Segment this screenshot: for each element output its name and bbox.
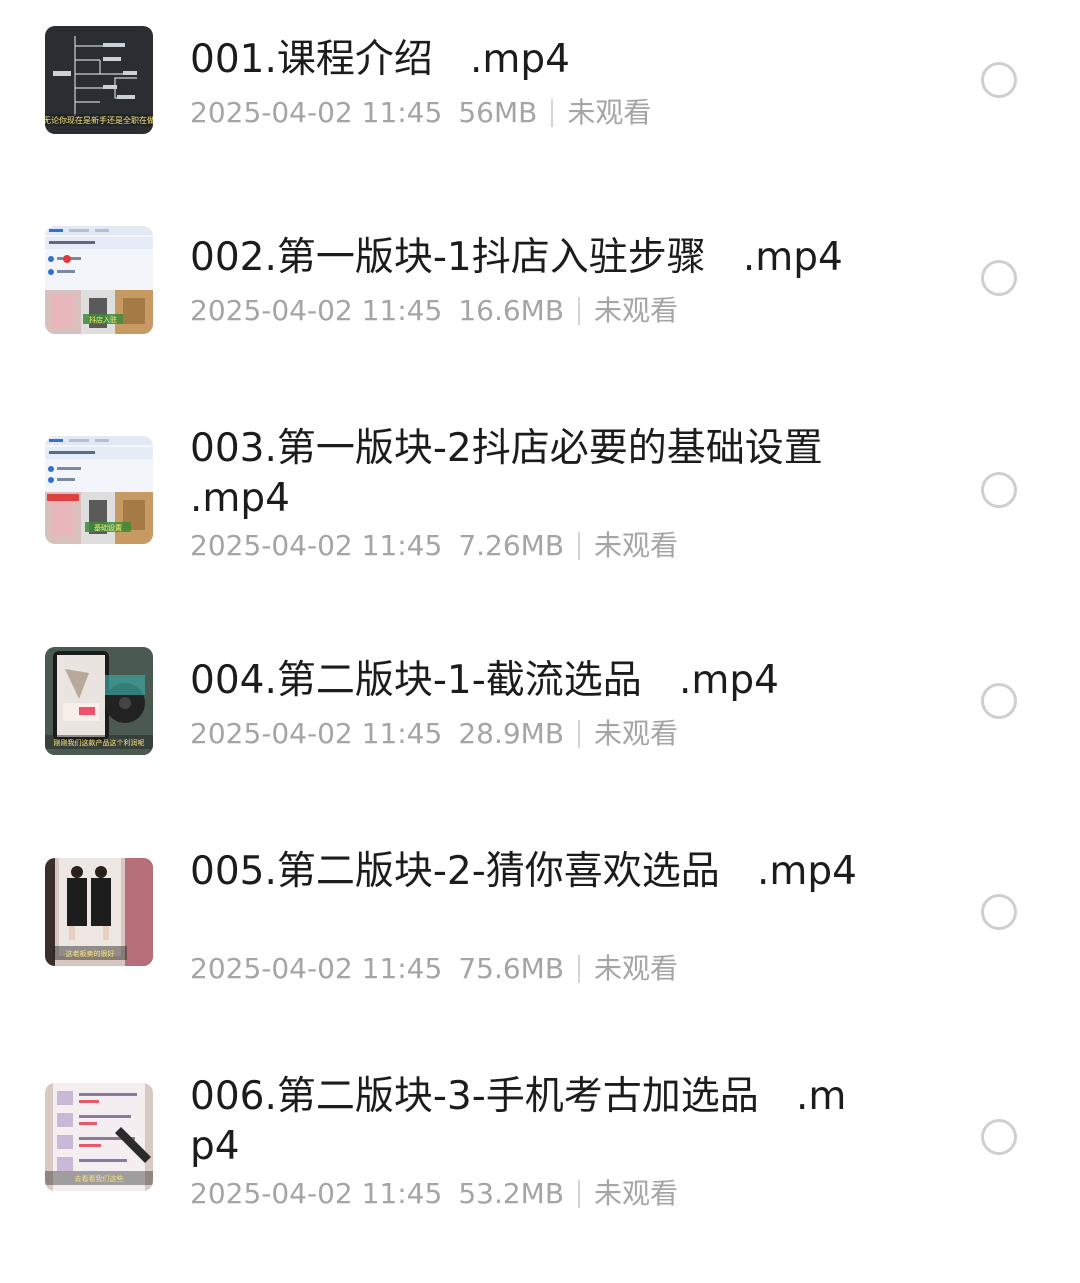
meta-divider bbox=[551, 99, 554, 127]
file-name: 005.第二版块-2-猜你喜欢选品 .mp4 bbox=[190, 849, 857, 894]
watch-status: 未观看 bbox=[594, 952, 679, 985]
file-name: 003.第一版块-2抖店必要的基础设置 .mp4 bbox=[190, 426, 860, 521]
file-name: 006.第二版块-3-手机考古加选品 .mp4 bbox=[190, 1074, 847, 1169]
file-date: 2025-04-02 11:45 bbox=[190, 717, 443, 750]
list-item[interactable]: 这老板卖的很好 005.第二版块-2-猜你喜欢选品 .mp4 2025-04-0… bbox=[0, 820, 1080, 1045]
file-size: 28.9MB bbox=[458, 717, 565, 750]
thumb-caption: 刚刚我们这款产品这个利润呢 bbox=[54, 738, 145, 747]
file-date: 2025-04-02 11:45 bbox=[190, 96, 443, 129]
file-meta: 2025-04-02 11:45 56MB 未观看 bbox=[190, 95, 651, 131]
file-meta: 2025-04-02 11:45 75.6MB 未观看 bbox=[190, 951, 678, 987]
select-checkbox[interactable] bbox=[981, 62, 1017, 98]
file-meta: 2025-04-02 11:45 16.6MB 未观看 bbox=[190, 293, 678, 329]
thumb-caption: 无论你现在是新手还是全职在做 bbox=[45, 115, 153, 125]
video-thumbnail[interactable]: 刚刚我们这款产品这个利润呢 bbox=[45, 647, 153, 755]
meta-divider bbox=[578, 532, 581, 560]
select-checkbox[interactable] bbox=[981, 1119, 1017, 1155]
file-meta: 2025-04-02 11:45 53.2MB 未观看 bbox=[190, 1176, 678, 1212]
file-size: 53.2MB bbox=[458, 1177, 565, 1210]
video-thumbnail[interactable]: 去看看我们这些 bbox=[45, 1083, 153, 1191]
file-size: 75.6MB bbox=[458, 952, 565, 985]
meta-divider bbox=[578, 297, 581, 325]
list-item[interactable]: 无论你现在是新手还是全职在做 001.课程介绍 .mp4 2025-04-02 … bbox=[0, 0, 1080, 190]
meta-divider bbox=[578, 720, 581, 748]
video-thumbnail[interactable]: 这老板卖的很好 bbox=[45, 858, 153, 966]
file-meta: 2025-04-02 11:45 28.9MB 未观看 bbox=[190, 716, 678, 752]
list-item[interactable]: 去看看我们这些 006.第二版块-3-手机考古加选品 .mp4 2025-04-… bbox=[0, 1045, 1080, 1283]
watch-status: 未观看 bbox=[594, 529, 679, 562]
select-checkbox[interactable] bbox=[981, 683, 1017, 719]
select-checkbox[interactable] bbox=[981, 472, 1017, 508]
file-size: 56MB bbox=[458, 96, 538, 129]
watch-status: 未观看 bbox=[594, 1177, 679, 1210]
file-name: 001.课程介绍 .mp4 bbox=[190, 37, 570, 82]
list-item[interactable]: 抖店入驻 002.第一版块-1抖店入驻步骤 .mp4 2025-04-02 11… bbox=[0, 190, 1080, 390]
thumb-caption: 抖店入驻 bbox=[89, 315, 117, 324]
select-checkbox[interactable] bbox=[981, 894, 1017, 930]
file-list: 无论你现在是新手还是全职在做 001.课程介绍 .mp4 2025-04-02 … bbox=[0, 0, 1080, 1283]
select-checkbox[interactable] bbox=[981, 260, 1017, 296]
file-size: 16.6MB bbox=[458, 294, 565, 327]
watch-status: 未观看 bbox=[594, 717, 679, 750]
thumb-caption: 这老板卖的很好 bbox=[66, 949, 115, 958]
file-date: 2025-04-02 11:45 bbox=[190, 529, 443, 562]
video-thumbnail[interactable]: 无论你现在是新手还是全职在做 bbox=[45, 26, 153, 134]
file-name: 002.第一版块-1抖店入驻步骤 .mp4 bbox=[190, 235, 843, 280]
list-item[interactable]: 基础设置 003.第一版块-2抖店必要的基础设置 .mp4 2025-04-02… bbox=[0, 390, 1080, 620]
thumb-caption: 基础设置 bbox=[94, 523, 122, 532]
meta-divider bbox=[578, 955, 581, 983]
list-item[interactable]: 刚刚我们这款产品这个利润呢 004.第二版块-1-截流选品 .mp4 2025-… bbox=[0, 620, 1080, 820]
file-name: 004.第二版块-1-截流选品 .mp4 bbox=[190, 658, 779, 703]
file-meta: 2025-04-02 11:45 7.26MB 未观看 bbox=[190, 528, 678, 564]
watch-status: 未观看 bbox=[567, 96, 652, 129]
thumb-caption: 去看看我们这些 bbox=[75, 1174, 124, 1183]
file-date: 2025-04-02 11:45 bbox=[190, 294, 443, 327]
video-thumbnail[interactable]: 抖店入驻 bbox=[45, 226, 153, 334]
meta-divider bbox=[578, 1180, 581, 1208]
file-date: 2025-04-02 11:45 bbox=[190, 1177, 443, 1210]
file-size: 7.26MB bbox=[458, 529, 565, 562]
video-thumbnail[interactable]: 基础设置 bbox=[45, 436, 153, 544]
watch-status: 未观看 bbox=[594, 294, 679, 327]
file-date: 2025-04-02 11:45 bbox=[190, 952, 443, 985]
